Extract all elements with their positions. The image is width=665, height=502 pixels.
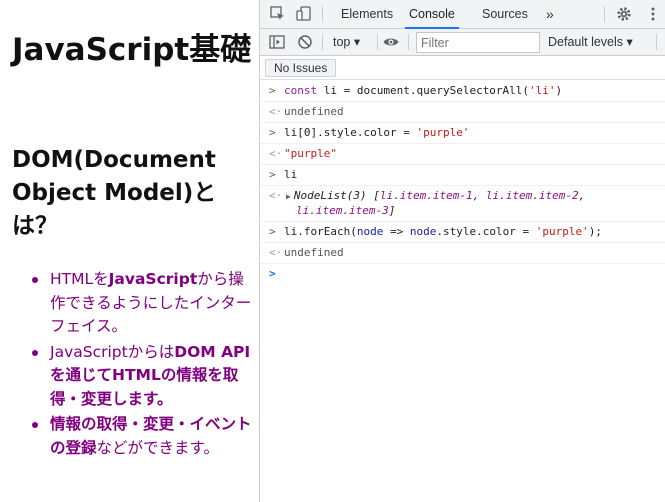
devtools-tab-bar: Elements Console Sources »	[260, 0, 665, 29]
bullet-icon	[32, 422, 38, 428]
console-input-row[interactable]: > const li = document.querySelectorAll('…	[260, 81, 665, 102]
divider	[604, 6, 605, 22]
console-toolbar: top ▾ Default levels ▾	[260, 29, 665, 56]
clear-console-icon[interactable]	[296, 33, 314, 51]
more-tabs-button[interactable]: »	[546, 0, 554, 29]
console-output-row: <· ▶ NodeList(3) [li.item.item-1, li.item…	[260, 186, 665, 222]
output-arrow-icon: <·	[269, 189, 283, 202]
filter-input[interactable]	[416, 32, 540, 53]
rendered-page: JavaScript基礎 DOM(Document Object Model)と…	[0, 0, 259, 502]
prompt-chevron-icon: >	[269, 267, 276, 280]
divider	[408, 34, 409, 50]
log-levels-dropdown[interactable]: Default levels ▾	[548, 34, 633, 49]
tab-console[interactable]: Console	[405, 0, 459, 29]
console-input-row[interactable]: > li[0].style.color = 'purple'	[260, 123, 665, 144]
gear-icon[interactable]	[615, 5, 633, 23]
list-item: HTMLをJavaScriptから操作できるようにしたインターフェイス。	[32, 268, 254, 339]
console-input-row[interactable]: > li.forEach(node => node.style.color = …	[260, 222, 665, 243]
issues-bar: No Issues	[260, 56, 665, 80]
console-sidebar-icon[interactable]	[268, 33, 286, 51]
bullet-icon	[32, 349, 38, 356]
expand-triangle-icon[interactable]: ▶	[286, 192, 291, 201]
section-heading: DOM(Document Object Model)とは？	[12, 147, 217, 239]
input-chevron-icon: >	[269, 84, 276, 97]
nodelist-expander[interactable]: ▶ NodeList(3) [	[286, 189, 380, 202]
divider	[322, 6, 323, 22]
console-output-row: <· "purple"	[260, 144, 665, 165]
output-arrow-icon: <·	[269, 105, 283, 118]
console-prompt[interactable]: >	[260, 264, 665, 283]
devtools-panel: Elements Console Sources » top ▾ Default…	[259, 0, 665, 502]
list-item: JavaScriptからはDOM APIを通じてHTMLの情報を取得・変更します…	[32, 341, 254, 412]
tab-elements[interactable]: Elements	[341, 0, 393, 29]
console-output-row: <· undefined	[260, 102, 665, 123]
input-chevron-icon: >	[269, 126, 276, 139]
page-title: JavaScript基礎	[12, 32, 252, 68]
issues-button[interactable]: No Issues	[265, 59, 337, 77]
feature-list: HTMLをJavaScriptから操作できるようにしたインターフェイス。 Jav…	[32, 268, 254, 462]
input-chevron-icon: >	[269, 225, 276, 238]
device-toolbar-icon[interactable]	[295, 5, 313, 23]
output-arrow-icon: <·	[269, 147, 283, 160]
divider	[377, 34, 378, 50]
live-expression-icon[interactable]	[382, 33, 400, 51]
output-arrow-icon: <·	[269, 246, 283, 259]
inspect-element-icon[interactable]	[269, 5, 287, 23]
kebab-menu-icon[interactable]	[644, 5, 662, 23]
console-input-row[interactable]: > li	[260, 165, 665, 186]
input-chevron-icon: >	[269, 168, 276, 181]
bullet-icon	[32, 277, 38, 283]
console-output-row: <· undefined	[260, 243, 665, 264]
tab-sources[interactable]: Sources	[482, 0, 528, 29]
divider	[656, 34, 657, 50]
context-selector[interactable]: top ▾	[333, 34, 360, 49]
divider	[322, 34, 323, 50]
list-item: 情報の取得・変更・イベントの登録などができます。	[32, 413, 254, 460]
console-output: > const li = document.querySelectorAll('…	[260, 81, 665, 283]
